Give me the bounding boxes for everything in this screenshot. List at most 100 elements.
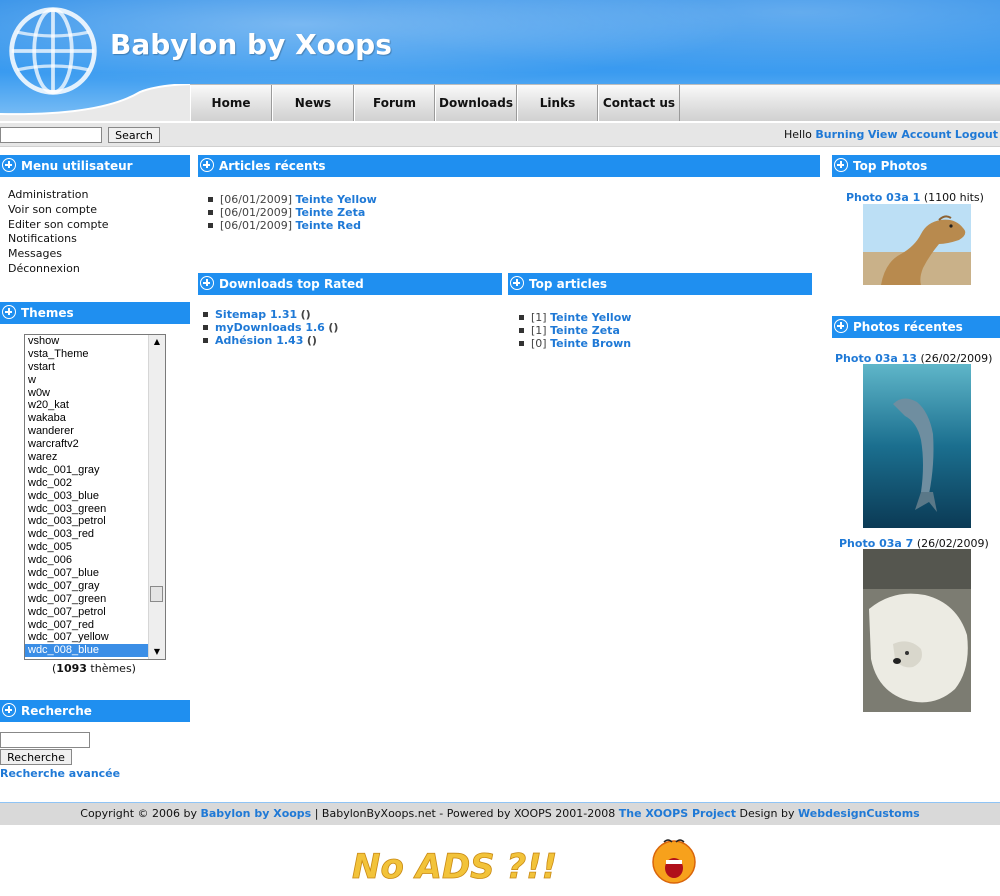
menu-item-edit-account[interactable]: Editer son compte: [8, 218, 109, 233]
top-articles-list: [1] Teinte Yellow [1] Teinte Zeta [0] Te…: [515, 311, 631, 350]
theme-option[interactable]: wdc_003_petrol: [25, 515, 149, 528]
plus-circle-icon: [510, 276, 524, 290]
footer-site-link[interactable]: Babylon by Xoops: [201, 807, 312, 820]
plus-circle-icon: [200, 158, 214, 172]
hello-label: Hello: [783, 128, 812, 141]
download-link[interactable]: Adhésion 1.43: [215, 334, 303, 347]
nav-home[interactable]: Home: [190, 85, 272, 121]
theme-options: vshow vsta_Theme vstart w w0w w20_kat wakaba wa…: [25, 335, 149, 658]
article-link[interactable]: Teinte Zeta: [550, 324, 620, 337]
theme-option[interactable]: w20_kat: [25, 399, 149, 412]
no-ads-text: No ADS ?!!: [352, 847, 557, 887]
theme-option[interactable]: w: [25, 374, 149, 387]
search-button[interactable]: Recherche: [0, 749, 72, 765]
article-link[interactable]: Teinte Red: [295, 219, 360, 232]
theme-option[interactable]: w0w: [25, 387, 149, 400]
theme-option[interactable]: vstart: [25, 361, 149, 374]
theme-option[interactable]: vshow: [25, 335, 149, 348]
top-search-input[interactable]: [0, 127, 102, 143]
list-item: [06/01/2009] Teinte Yellow: [204, 193, 377, 206]
scroll-thumb[interactable]: [150, 586, 163, 602]
scroll-up-arrow-icon[interactable]: ▲: [149, 335, 165, 349]
dolphin-photo[interactable]: [863, 364, 971, 528]
theme-option[interactable]: wdc_002: [25, 477, 149, 490]
top-search-button[interactable]: Search: [108, 127, 160, 143]
list-item: [1] Teinte Zeta: [515, 324, 631, 337]
downloads-top-list: Sitemap 1.31 () myDownloads 1.6 () Adhés…: [199, 308, 338, 347]
nav-forum[interactable]: Forum: [354, 85, 435, 121]
theme-option[interactable]: wdc_007_petrol: [25, 606, 149, 619]
search-title: Recherche: [21, 704, 92, 718]
user-menu: Administration Voir son compte Editer so…: [8, 188, 109, 277]
theme-option[interactable]: wakaba: [25, 412, 149, 425]
top-articles-title: Top articles: [529, 277, 607, 291]
theme-count-number: 1093: [56, 662, 87, 675]
download-link[interactable]: Sitemap 1.31: [215, 308, 297, 321]
article-link[interactable]: Teinte Brown: [550, 337, 631, 350]
header-curve-decoration: [0, 84, 200, 121]
list-item: Sitemap 1.31 (): [199, 308, 338, 321]
theme-option[interactable]: warcraftv2: [25, 438, 149, 451]
theme-option[interactable]: wdc_007_green: [25, 593, 149, 606]
recent-photos-header: Photos récentes: [832, 316, 1000, 338]
no-ads-banner: No ADS ?!!: [352, 839, 696, 887]
footer: Copyright © 2006 by Babylon by Xoops | B…: [0, 802, 1000, 825]
theme-option[interactable]: wdc_003_red: [25, 528, 149, 541]
article-link[interactable]: Teinte Yellow: [295, 193, 376, 206]
photo-caption: Photo 03a 1 (1100 hits): [846, 191, 984, 204]
list-item: myDownloads 1.6 (): [199, 321, 338, 334]
plus-circle-icon: [834, 158, 848, 172]
polar-bear-photo[interactable]: [863, 549, 971, 712]
theme-option[interactable]: wdc_007_yellow: [25, 631, 149, 644]
photo-link[interactable]: Photo 03a 1: [846, 191, 920, 204]
list-item: [06/01/2009] Teinte Red: [204, 219, 377, 232]
article-link[interactable]: Teinte Yellow: [550, 311, 631, 324]
theme-option[interactable]: wdc_001_gray: [25, 464, 149, 477]
theme-option[interactable]: wdc_007_blue: [25, 567, 149, 580]
scroll-down-arrow-icon[interactable]: ▼: [149, 645, 165, 659]
xoops-project-link[interactable]: The XOOPS Project: [619, 807, 736, 820]
theme-option[interactable]: wdc_007_gray: [25, 580, 149, 593]
search-input[interactable]: [0, 732, 90, 748]
theme-option[interactable]: warez: [25, 451, 149, 464]
designer-link[interactable]: WebdesignCustoms: [798, 807, 920, 820]
theme-scrollbar[interactable]: ▲ ▼: [148, 335, 165, 659]
recent-photos-title: Photos récentes: [853, 320, 963, 334]
downloads-top-header: Downloads top Rated: [198, 273, 502, 295]
username-link[interactable]: Burning: [815, 128, 864, 141]
list-item: [0] Teinte Brown: [515, 337, 631, 350]
plus-circle-icon: [2, 703, 16, 717]
nav-links[interactable]: Links: [517, 85, 598, 121]
theme-listbox[interactable]: vshow vsta_Theme vstart w w0w w20_kat wakaba wa…: [24, 334, 166, 660]
theme-option[interactable]: vsta_Theme: [25, 348, 149, 361]
theme-option[interactable]: wdc_003_green: [25, 503, 149, 516]
theme-option[interactable]: wdc_007_red: [25, 619, 149, 632]
theme-option[interactable]: wdc_006: [25, 554, 149, 567]
theme-option[interactable]: wanderer: [25, 425, 149, 438]
list-item: [1] Teinte Yellow: [515, 311, 631, 324]
view-account-link[interactable]: View Account: [868, 128, 952, 141]
download-link[interactable]: myDownloads 1.6: [215, 321, 325, 334]
nav-news[interactable]: News: [272, 85, 354, 121]
plus-circle-icon: [200, 276, 214, 290]
recent-articles-header: Articles récents: [198, 155, 820, 177]
advanced-search-link[interactable]: Recherche avancée: [0, 767, 120, 780]
theme-option[interactable]: wdc_008_blue: [25, 644, 149, 658]
logout-link[interactable]: Logout: [955, 128, 998, 141]
article-link[interactable]: Teinte Zeta: [295, 206, 365, 219]
theme-option[interactable]: wdc_005: [25, 541, 149, 554]
theme-option[interactable]: wdc_003_blue: [25, 490, 149, 503]
menu-item-notifications[interactable]: Notifications: [8, 232, 109, 247]
menu-item-logout[interactable]: Déconnexion: [8, 262, 109, 277]
downloads-top-title: Downloads top Rated: [219, 277, 364, 291]
search-header: Recherche: [0, 700, 190, 722]
plus-circle-icon: [2, 158, 16, 172]
menu-item-administration[interactable]: Administration: [8, 188, 109, 203]
nav-downloads[interactable]: Downloads: [435, 85, 517, 121]
menu-item-messages[interactable]: Messages: [8, 247, 109, 262]
nav-contact[interactable]: Contact us: [598, 85, 680, 121]
user-menu-header: Menu utilisateur: [0, 155, 190, 177]
menu-item-view-account[interactable]: Voir son compte: [8, 203, 109, 218]
plus-circle-icon: [834, 319, 848, 333]
camel-photo[interactable]: [863, 204, 971, 285]
